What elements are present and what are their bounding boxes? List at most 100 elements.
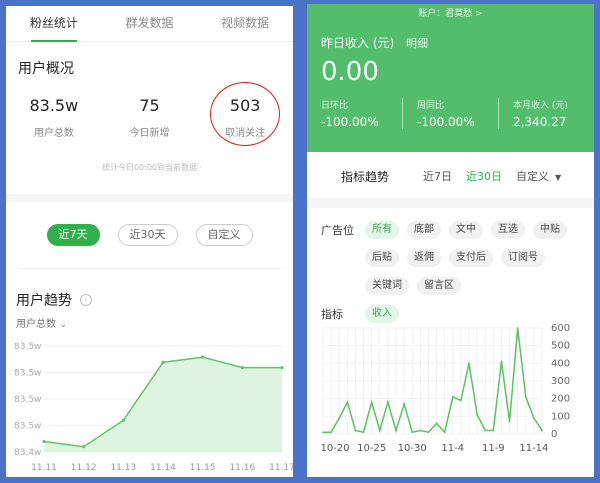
data-point: [121, 418, 125, 422]
detail-link[interactable]: 明细: [406, 37, 428, 50]
data-point: [370, 401, 373, 404]
y-tick-label: 83.5w: [14, 342, 41, 352]
stat-unfollows: 503 取消关注: [197, 82, 293, 156]
data-point: [484, 429, 487, 432]
top-tabs: 粉丝统计 群发数据 视频数据: [6, 6, 293, 42]
data-point: [492, 429, 495, 432]
stat-new-today: 75 今日新增: [102, 96, 198, 156]
y-tick-label: 100: [551, 411, 570, 422]
y-tick-label: 83.5w: [14, 395, 41, 405]
y-tick-label: 500: [551, 341, 570, 352]
info-icon[interactable]: i: [80, 294, 92, 306]
overview-title: 用户概况: [18, 61, 74, 77]
ad-position-row: 广告位 所有 底部 文中 互选 中贴: [321, 216, 594, 244]
chip-rebate[interactable]: 返佣: [407, 249, 441, 267]
chip-subscription[interactable]: 订阅号: [501, 249, 545, 267]
y-tick-label: 400: [551, 358, 570, 369]
x-tick-label: 11.11: [31, 463, 57, 473]
data-point: [443, 431, 446, 434]
metric-trend-title: 指标趋势: [341, 169, 390, 184]
chip-post[interactable]: 后贴: [365, 249, 399, 267]
stat-value: -100.00%: [321, 115, 379, 129]
chip-bottom[interactable]: 底部: [407, 221, 441, 239]
tab-custom-label: 自定义: [516, 170, 549, 183]
x-tick-label: 11.15: [190, 463, 216, 473]
range-7-days-button[interactable]: 近7天: [46, 224, 100, 246]
data-point: [459, 399, 462, 402]
overview-note: · 统计今日00:00到当前数据 ·: [96, 163, 203, 172]
chip-comment-area[interactable]: 留言区: [417, 277, 461, 295]
data-point: [476, 413, 479, 416]
stat-week-ratio: 周同比 -100.00%: [402, 98, 498, 129]
data-point: [395, 429, 397, 432]
x-tick-label: 10-30: [398, 443, 427, 454]
x-tick-label: 10-20: [320, 443, 349, 454]
stat-label: 周同比: [417, 101, 445, 111]
data-point: [532, 417, 535, 419]
data-point: [451, 396, 454, 398]
chip-keyword[interactable]: 关键词: [365, 277, 409, 295]
data-point: [508, 420, 511, 423]
tab-30-days[interactable]: 近30日: [466, 168, 502, 184]
yesterday-income-value: 0.00: [321, 57, 379, 87]
stat-day-ratio: 日环比 -100.00%: [307, 98, 402, 129]
stat-value: 83.5w: [29, 96, 79, 115]
chip-in-article[interactable]: 文中: [449, 221, 483, 239]
data-point: [411, 431, 414, 434]
x-tick-label: 11-4: [441, 443, 464, 454]
stat-label: 今日新增: [129, 128, 170, 139]
user-trend-chart: 83.5w 83.5w 83.5w 83.5w 83.4w 11.11 11.12 11.13…: [14, 342, 293, 473]
chip-mid[interactable]: 中贴: [533, 221, 567, 239]
range-custom-button[interactable]: 自定义: [195, 224, 253, 246]
data-point: [516, 327, 519, 329]
data-point: [338, 417, 341, 419]
data-point: [500, 360, 503, 363]
ad-position-row-3: 关键词 留言区: [321, 272, 594, 300]
overview-stats: 83.5w 用户总数 75 今日新增 503 取消关注: [6, 82, 293, 156]
data-point: [346, 401, 349, 404]
data-point: [354, 429, 357, 432]
tab-7-days[interactable]: 近7日: [423, 168, 452, 184]
data-point: [427, 431, 430, 434]
data-point: [322, 431, 324, 434]
y-tick-label: 0: [551, 429, 557, 440]
data-point: [280, 366, 284, 370]
income-stats: 日环比 -100.00% 周同比 -100.00% 本月收入 (元) 2,340…: [307, 92, 594, 129]
x-tick-label: 11.17: [269, 463, 293, 473]
data-point: [330, 431, 333, 434]
yesterday-income-label: 昨日收入 (元): [321, 36, 395, 50]
data-point: [468, 362, 470, 365]
chip-mutual[interactable]: 互选: [491, 221, 525, 239]
y-tick-label: 200: [551, 394, 570, 405]
area-fill: [44, 357, 282, 452]
y-tick-label: 83.5w: [14, 369, 41, 379]
data-point: [161, 360, 165, 364]
stat-value: -100.00%: [417, 115, 475, 129]
x-tick-label: 11.16: [229, 463, 255, 473]
section-gap: [307, 198, 594, 208]
stat-label: 日环比: [321, 101, 349, 111]
income-panel: 账户：君莫愁 > 昨日收入 (元) 明细 0.00 日环比 -100.00% 周…: [307, 4, 594, 477]
trend-title-text: 用户趋势: [16, 293, 72, 309]
y-tick-label: 83.5w: [14, 422, 41, 432]
trend-title: 用户趋势 i: [6, 269, 293, 311]
range-30-days-button[interactable]: 近30天: [117, 224, 178, 246]
y-tick-label: 600: [551, 323, 570, 334]
tab-custom[interactable]: 自定义 ▼: [516, 168, 561, 184]
data-point: [541, 429, 543, 432]
tab-mass-send-data[interactable]: 群发数据: [102, 6, 198, 41]
data-point: [82, 445, 86, 449]
data-point: [386, 401, 389, 404]
tab-fans-stats[interactable]: 粉丝统计: [6, 6, 102, 42]
chip-after-payment[interactable]: 支付后: [449, 249, 493, 267]
account-link[interactable]: 账户：君莫愁 >: [307, 4, 594, 19]
income-trend-chart: 0 100 200 300 400 500 600 10-20 10-25 10-30 11-4 11…: [320, 323, 570, 454]
stat-value: 2,340.27: [513, 115, 567, 129]
red-circle-annotation: [210, 82, 281, 146]
chip-all[interactable]: 所有: [365, 221, 399, 239]
data-point: [240, 366, 244, 370]
fans-stats-panel: 粉丝统计 群发数据 视频数据 用户概况 83.5w 用户总数 75 今日新增 5…: [6, 6, 293, 477]
stat-label: 本月收入 (元): [513, 101, 568, 111]
tab-video-data[interactable]: 视频数据: [197, 6, 293, 41]
x-tick-label: 11.13: [110, 463, 136, 473]
